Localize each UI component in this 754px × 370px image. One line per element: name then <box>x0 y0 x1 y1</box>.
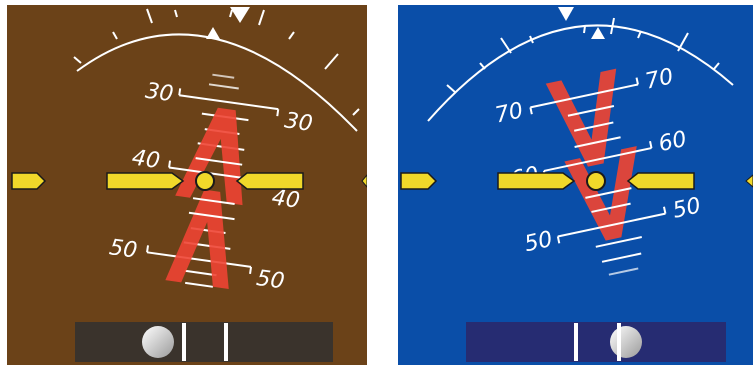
slip-indicator-bar <box>466 322 726 362</box>
slip-ball-icon <box>142 326 174 358</box>
pitch-label-50-right: 50 <box>255 266 286 295</box>
attitude-indicator-sky: 70 70 60 60 50 50 <box>398 5 753 365</box>
slip-reference-line-left <box>574 323 578 361</box>
attitude-display-sky: 70 70 60 60 50 50 <box>398 5 753 365</box>
pitch-label-50-left: 50 <box>108 235 139 264</box>
slip-ball-icon <box>610 326 642 358</box>
slip-reference-line-right <box>617 323 621 361</box>
pitch-label-30-left: 30 <box>144 79 175 108</box>
attitude-display-ground: 30 30 40 40 50 50 <box>7 5 367 365</box>
slip-reference-line-right <box>224 323 228 361</box>
pitch-label-30-right: 30 <box>283 108 314 137</box>
slip-indicator-bar <box>75 322 333 362</box>
attitude-indicator-ground: 30 30 40 40 50 50 <box>7 5 367 365</box>
slip-reference-line-left <box>182 323 186 361</box>
pitch-label-40-left: 40 <box>130 145 161 174</box>
